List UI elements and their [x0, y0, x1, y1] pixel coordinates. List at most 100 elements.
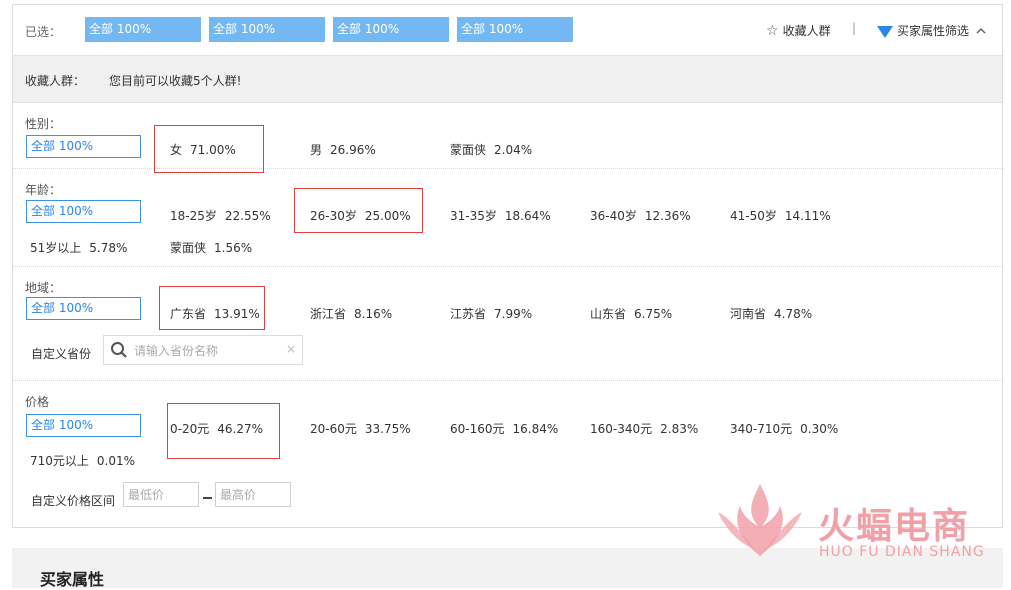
option-percent: 4.78% — [774, 307, 813, 321]
age-option-31-35[interactable]: 31-35岁 18.64% — [450, 207, 551, 224]
option-name: 0-20元 — [170, 422, 210, 436]
option-name: 36-40岁 — [590, 209, 637, 223]
option-percent: 0.01% — [96, 454, 136, 468]
option-name: 31-35岁 — [450, 209, 497, 223]
max-price-input[interactable] — [215, 482, 291, 507]
option-name: 710元以上 — [30, 454, 89, 468]
option-name: 26-30岁 — [310, 209, 357, 223]
selected-tag-price[interactable]: 全部 100% — [457, 17, 573, 42]
gender-option-female[interactable]: 女 71.00% — [170, 141, 236, 158]
favorites-bar: 收藏人群： 您目前可以收藏5个人群! — [13, 56, 1002, 103]
age-option-36-40[interactable]: 36-40岁 12.36% — [590, 207, 691, 224]
gender-title: 性别： — [25, 117, 62, 131]
option-name: 男 — [310, 143, 323, 157]
province-search-input[interactable] — [132, 340, 286, 362]
selected-tag-region[interactable]: 全部 100% — [333, 17, 449, 42]
option-percent: 25.00% — [364, 209, 411, 223]
watermark-subtext: HUO FU DIAN SHANG — [819, 544, 985, 560]
min-price-input[interactable] — [123, 482, 199, 507]
clear-icon[interactable]: × — [286, 342, 296, 356]
section-title: 买家属性 — [40, 570, 105, 589]
gender-all-button[interactable]: 全部 100% — [26, 135, 141, 158]
region-option-henan[interactable]: 河南省 4.78% — [730, 305, 812, 322]
option-name: 江苏省 — [450, 307, 487, 321]
price-option-340-710[interactable]: 340-710元 0.30% — [730, 420, 838, 437]
watermark-text: 火蝠电商 — [818, 506, 971, 547]
price-option-0-20[interactable]: 0-20元 46.27% — [170, 420, 263, 437]
option-name: 160-340元 — [590, 422, 653, 436]
favorite-crowd-label: 收藏人群 — [782, 24, 831, 38]
region-title: 地域： — [25, 281, 62, 295]
option-percent: 46.27% — [217, 422, 264, 436]
option-name: 河南省 — [730, 307, 767, 321]
option-percent: 16.84% — [512, 422, 559, 436]
option-percent: 12.36% — [644, 209, 691, 223]
age-title: 年龄： — [25, 183, 62, 197]
selected-bar: 已选： 全部 100% 全部 100% 全部 100% 全部 100% ☆ 收藏人… — [13, 5, 1002, 56]
option-name: 41-50岁 — [730, 209, 777, 223]
search-icon — [111, 342, 127, 358]
region-option-shandong[interactable]: 山东省 6.75% — [590, 305, 672, 322]
buyer-attribute-filter-toggle[interactable]: 买家属性筛选 — [877, 22, 986, 39]
option-name: 340-710元 — [730, 422, 793, 436]
province-search-box: × — [103, 335, 303, 365]
option-percent: 2.04% — [494, 143, 533, 157]
age-option-26-30[interactable]: 26-30岁 25.00% — [310, 207, 411, 224]
option-percent: 18.64% — [504, 209, 551, 223]
section-age: 年龄： 全部 100% 18-25岁 22.55% 26-30岁 25.00% 31… — [13, 169, 1002, 267]
favorite-crowd-button[interactable]: ☆ 收藏人群 — [766, 22, 831, 39]
gender-option-unknown[interactable]: 蒙面侠 2.04% — [450, 141, 532, 158]
option-name: 20-60元 — [310, 422, 357, 436]
region-option-guangdong[interactable]: 广东省 13.91% — [170, 305, 260, 322]
option-percent: 2.83% — [660, 422, 699, 436]
age-option-18-25[interactable]: 18-25岁 22.55% — [170, 207, 271, 224]
age-option-41-50[interactable]: 41-50岁 14.11% — [730, 207, 831, 224]
option-name: 60-160元 — [450, 422, 505, 436]
buyer-filter-panel: 已选： 全部 100% 全部 100% 全部 100% 全部 100% ☆ 收藏人… — [12, 4, 1003, 528]
price-all-button[interactable]: 全部 100% — [26, 414, 141, 437]
option-name: 18-25岁 — [170, 209, 217, 223]
range-dash — [203, 497, 212, 499]
price-title: 价格 — [25, 395, 50, 409]
option-percent: 0.30% — [800, 422, 839, 436]
option-name: 浙江省 — [310, 307, 347, 321]
option-percent: 1.56% — [214, 241, 253, 255]
option-name: 蒙面侠 — [170, 241, 207, 255]
age-option-51-plus[interactable]: 51岁以上 5.78% — [30, 239, 127, 256]
option-name: 山东省 — [590, 307, 627, 321]
filter-label: 买家属性筛选 — [897, 24, 970, 38]
custom-province-label: 自定义省份 — [31, 347, 92, 361]
region-all-button[interactable]: 全部 100% — [26, 297, 141, 320]
option-percent: 6.75% — [634, 307, 673, 321]
selected-tag-age[interactable]: 全部 100% — [209, 17, 325, 42]
section-region: 地域： 全部 100% 广东省 13.91% 浙江省 8.16% 江苏省 7.99% … — [13, 267, 1002, 381]
option-percent: 26.96% — [330, 143, 376, 157]
option-name: 广东省 — [170, 307, 207, 321]
option-percent: 14.11% — [784, 209, 831, 223]
selected-label: 已选： — [25, 25, 62, 39]
price-option-20-60[interactable]: 20-60元 33.75% — [310, 420, 411, 437]
price-option-160-340[interactable]: 160-340元 2.83% — [590, 420, 698, 437]
region-option-zhejiang[interactable]: 浙江省 8.16% — [310, 305, 392, 322]
option-name: 51岁以上 — [30, 241, 82, 255]
price-option-60-160[interactable]: 60-160元 16.84% — [450, 420, 558, 437]
divider: | — [852, 21, 857, 35]
favorites-message: 您目前可以收藏5个人群! — [109, 74, 242, 88]
section-gender: 性别： 全部 100% 女 71.00% 男 26.96% 蒙面侠 2.04% — [13, 103, 1002, 173]
price-option-710-plus[interactable]: 710元以上 0.01% — [30, 452, 135, 469]
option-percent: 71.00% — [190, 143, 236, 157]
star-icon: ☆ — [766, 23, 779, 39]
option-percent: 33.75% — [364, 422, 411, 436]
age-all-button[interactable]: 全部 100% — [26, 200, 141, 223]
custom-price-label: 自定义价格区间 — [31, 494, 116, 508]
selected-tag-gender[interactable]: 全部 100% — [85, 17, 201, 42]
age-option-unknown[interactable]: 蒙面侠 1.56% — [170, 239, 252, 256]
option-name: 女 — [170, 143, 183, 157]
option-percent: 7.99% — [494, 307, 533, 321]
region-option-jiangsu[interactable]: 江苏省 7.99% — [450, 305, 532, 322]
gender-option-male[interactable]: 男 26.96% — [310, 141, 376, 158]
favorites-label: 收藏人群： — [25, 74, 86, 88]
option-percent: 13.91% — [214, 307, 260, 321]
chevron-up-icon — [976, 28, 986, 34]
option-percent: 5.78% — [89, 241, 128, 255]
